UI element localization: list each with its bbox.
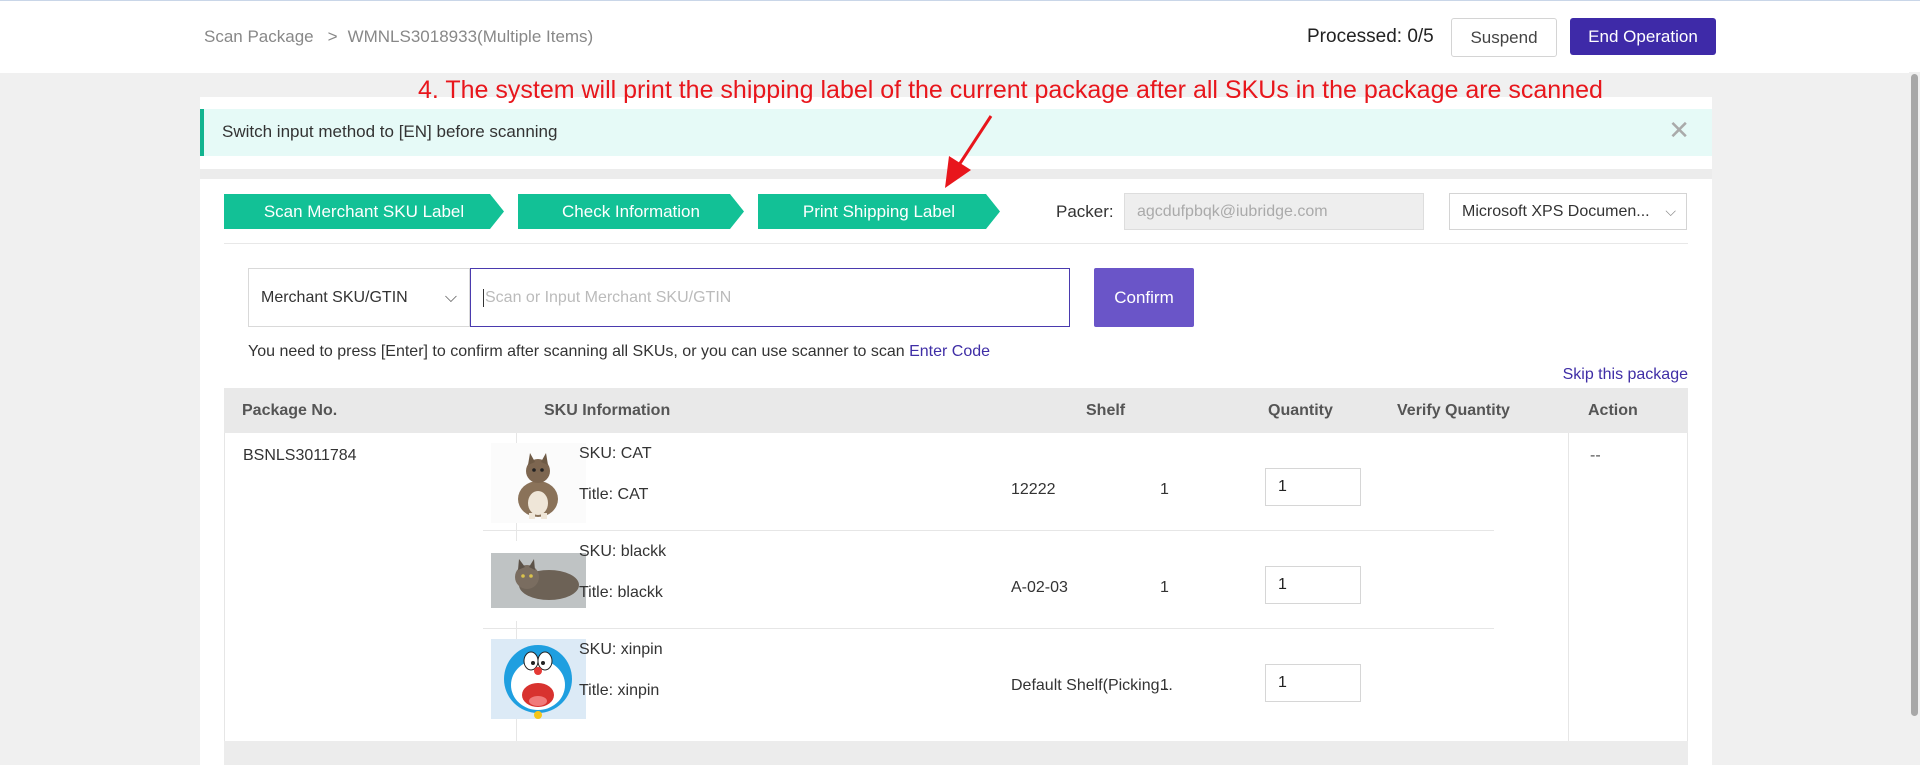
- sku-code: SKU: blackk: [579, 543, 667, 560]
- confirm-button[interactable]: Confirm: [1094, 268, 1194, 327]
- printer-value: Microsoft XPS Documen...: [1462, 203, 1650, 220]
- verify-quantity-input[interactable]: 1: [1265, 566, 1361, 604]
- cat-sitting-image: [491, 443, 586, 523]
- chevron-down-icon: ⌵: [1665, 203, 1676, 219]
- product-thumbnail: [491, 541, 586, 621]
- top-bar: Scan Package > WMNLS3018933(Multiple Items…: [0, 0, 1920, 73]
- scan-type-select[interactable]: Merchant SKU/GTIN ⌵: [248, 268, 470, 327]
- scrollbar-thumb[interactable]: [1911, 74, 1918, 716]
- quantity-value: 1: [1160, 677, 1169, 694]
- divider: [224, 243, 1688, 244]
- breadcrumb-root[interactable]: Scan Package: [204, 27, 314, 46]
- scan-hint: You need to press [Enter] to confirm aft…: [248, 343, 990, 361]
- sku-title: Title: blackk: [579, 584, 663, 601]
- quantity-value: 1: [1160, 579, 1169, 596]
- table-body: BSNLS3011784 -- SKU: CAT Title: CAT 1222…: [224, 433, 1688, 741]
- verify-quantity-input[interactable]: 1: [1265, 468, 1361, 506]
- col-verify-quantity: Verify Quantity: [1397, 402, 1510, 419]
- shelf-value: A-02-03: [1011, 579, 1068, 596]
- skip-package-link[interactable]: Skip this package: [1563, 366, 1688, 384]
- printer-select[interactable]: Microsoft XPS Documen... ⌵: [1449, 193, 1687, 230]
- scan-placeholder: Scan or Input Merchant SKU/GTIN: [485, 289, 732, 306]
- table-footer: [224, 741, 1688, 765]
- breadcrumb-separator: >: [327, 27, 338, 46]
- text-caret: [483, 288, 484, 307]
- suspend-button[interactable]: Suspend: [1451, 18, 1557, 57]
- processed-count: Processed: 0/5: [1307, 26, 1434, 47]
- notice-text: Switch input method to [EN] before scann…: [222, 122, 558, 141]
- product-thumbnail: [491, 443, 586, 523]
- annotation-arrow-icon: [945, 115, 993, 188]
- packer-field: agcdufpbqk@iubridge.com: [1124, 193, 1424, 230]
- column-divider: [1568, 433, 1569, 741]
- step-check-info: Check Information: [518, 194, 744, 229]
- col-package-no: Package No.: [242, 402, 338, 419]
- tutorial-annotation: 4. The system will print the shipping la…: [418, 76, 1603, 104]
- enter-code-link[interactable]: Enter Code: [909, 343, 990, 360]
- table-row: SKU: blackk Title: blackk A-02-03 1 1: [483, 531, 1494, 629]
- col-quantity: Quantity: [1268, 402, 1333, 419]
- verify-quantity-input[interactable]: 1: [1265, 664, 1361, 702]
- row-action: --: [1590, 447, 1601, 464]
- hint-text: You need to press [Enter] to confirm aft…: [248, 343, 910, 360]
- quantity-value: 1: [1160, 481, 1169, 498]
- sku-title: Title: xinpin: [579, 682, 660, 699]
- package-number: BSNLS3011784: [243, 447, 357, 464]
- shelf-value: 12222: [1011, 481, 1056, 498]
- shelf-value: Default Shelf(Picking...: [1011, 677, 1173, 694]
- table-header: Package No. SKU Information Shelf Quanti…: [224, 388, 1688, 433]
- table-row: SKU: CAT Title: CAT 12222 1 1: [483, 433, 1494, 531]
- package-table: Package No. SKU Information Shelf Quanti…: [224, 388, 1688, 765]
- doraemon-image: [491, 639, 586, 719]
- main-card: Switch input method to [EN] before scann…: [200, 97, 1712, 765]
- table-row: SKU: xinpin Title: xinpin Default Shelf(…: [483, 629, 1494, 726]
- scan-input[interactable]: Scan or Input Merchant SKU/GTIN: [470, 268, 1070, 327]
- sku-code: SKU: xinpin: [579, 641, 663, 658]
- sku-code: SKU: CAT: [579, 445, 652, 462]
- col-action: Action: [1588, 402, 1638, 419]
- sku-title: Title: CAT: [579, 486, 649, 503]
- breadcrumb: Scan Package > WMNLS3018933(Multiple Items…: [204, 27, 593, 47]
- breadcrumb-current: WMNLS3018933(Multiple Items): [347, 27, 594, 46]
- chevron-down-icon: ⌵: [444, 289, 457, 306]
- col-shelf: Shelf: [1086, 402, 1126, 419]
- col-sku-info: SKU Information: [544, 402, 671, 419]
- step-print-label: Print Shipping Label: [758, 194, 1000, 229]
- packer-label: Packer:: [1056, 202, 1114, 221]
- scan-type-value: Merchant SKU/GTIN: [261, 289, 408, 306]
- cat-lying-image: [491, 541, 586, 621]
- close-icon[interactable]: ✕: [1668, 117, 1690, 143]
- product-thumbnail: [491, 639, 586, 719]
- step-scan-sku: Scan Merchant SKU Label: [224, 194, 504, 229]
- end-operation-button[interactable]: End Operation: [1570, 18, 1716, 55]
